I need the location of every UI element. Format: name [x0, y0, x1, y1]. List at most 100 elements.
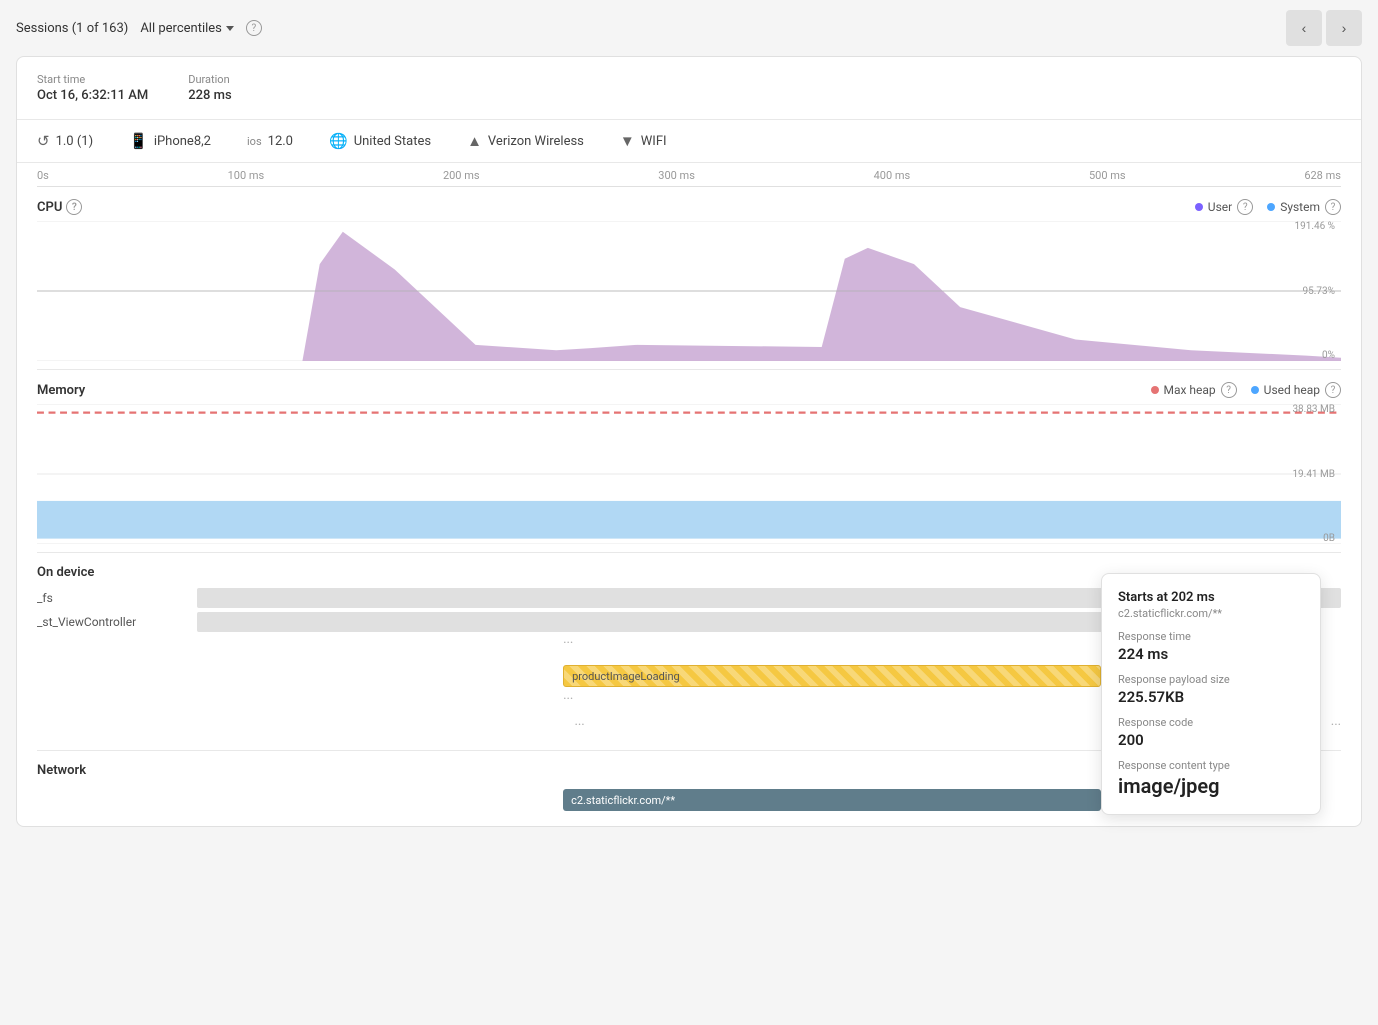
tooltip-response-code-value: 200	[1118, 731, 1304, 749]
dots-right[interactable]: ···	[1331, 718, 1341, 733]
max-heap-help-icon[interactable]: ?	[1221, 382, 1237, 398]
wifi-icon: ▼	[620, 132, 635, 150]
sessions-label: Sessions (1 of 163)	[16, 21, 128, 36]
tooltip-content-type-label: Response content type	[1118, 759, 1304, 772]
device-item-country: 🌐 United States	[329, 132, 431, 150]
tooltip-payload: Response payload size 225.57KB	[1118, 673, 1304, 706]
cpu-title: CPU ?	[37, 199, 82, 215]
start-time-group: Start time Oct 16, 6:32:11 AM	[37, 73, 148, 103]
cpu-y-top: 191.46 %	[1294, 221, 1335, 232]
cpu-help-icon[interactable]: ?	[66, 199, 82, 215]
device-info: ↺ 1.0 (1) 📱 iPhone8,2 ios 12.0 🌐 United …	[17, 120, 1361, 163]
device-carrier: Verizon Wireless	[488, 134, 584, 149]
cpu-legend: User ? System ?	[1195, 199, 1341, 215]
memory-legend: Max heap ? Used heap ?	[1151, 382, 1342, 398]
device-country: United States	[354, 134, 431, 149]
st-view-bar	[197, 612, 1169, 632]
start-time-value: Oct 16, 6:32:11 AM	[37, 88, 148, 103]
ruler-ticks: 0s 100 ms 200 ms 300 ms 400 ms 500 ms 62…	[37, 169, 1341, 186]
cpu-chart-container: 191.46 % 95.73% 0%	[37, 221, 1341, 361]
cpu-y-mid: 95.73%	[1294, 286, 1335, 297]
dots-3[interactable]: ···	[575, 718, 585, 733]
memory-section-header: Memory Max heap ? Used heap ?	[37, 382, 1341, 398]
globe-icon: 🌐	[329, 132, 348, 150]
memory-y-bot: 0B	[1292, 533, 1335, 544]
max-heap-dot	[1151, 386, 1159, 394]
device-item-os: ios 12.0	[247, 134, 293, 149]
tick-400: 400 ms	[874, 169, 911, 182]
tooltip-card: Starts at 202 ms c2.staticflickr.com/** …	[1101, 573, 1321, 815]
fs-label: _fs	[37, 591, 197, 605]
device-os: 12.0	[268, 134, 293, 149]
tooltip-content-type-value: image/jpeg	[1118, 774, 1304, 798]
tick-500: 500 ms	[1089, 169, 1126, 182]
tooltip-response-time-value: 224 ms	[1118, 645, 1304, 663]
tooltip-response-code: Response code 200	[1118, 716, 1304, 749]
main-card: Start time Oct 16, 6:32:11 AM Duration 2…	[16, 56, 1362, 827]
used-heap-label: Used heap	[1264, 383, 1320, 397]
help-icon[interactable]: ?	[246, 20, 262, 36]
next-button[interactable]: ›	[1326, 10, 1362, 46]
duration-value: 228 ms	[188, 88, 231, 103]
timeline-ruler: 0s 100 ms 200 ms 300 ms 400 ms 500 ms 62…	[17, 163, 1361, 187]
user-label: User	[1208, 200, 1232, 214]
tick-300: 300 ms	[658, 169, 695, 182]
percentile-dropdown[interactable]: All percentiles	[140, 21, 234, 36]
memory-title: Memory	[37, 383, 85, 398]
memory-chart-container: 38.83 MB 19.41 MB 0B	[37, 404, 1341, 544]
user-dot	[1195, 203, 1203, 211]
dots-2[interactable]: ···	[563, 692, 573, 707]
memory-chart-svg	[37, 404, 1341, 544]
device-item-network: ▼ WIFI	[620, 132, 667, 150]
tick-0: 0s	[37, 169, 49, 182]
device-version: 1.0 (1)	[56, 134, 94, 149]
st-view-label: _st_ViewController	[37, 615, 197, 629]
system-help-icon[interactable]: ?	[1325, 199, 1341, 215]
legend-user: User ?	[1195, 199, 1253, 215]
start-time-label: Start time	[37, 73, 148, 86]
ios-icon: ios	[247, 135, 262, 148]
device-model: iPhone8,2	[154, 134, 211, 149]
duration-group: Duration 228 ms	[188, 73, 231, 103]
device-item-carrier: ▲ Verizon Wireless	[467, 132, 584, 150]
cpu-user-path	[302, 232, 1341, 361]
memory-section: Memory Max heap ? Used heap ?	[17, 370, 1361, 553]
tooltip-response-time: Response time 224 ms	[1118, 630, 1304, 663]
tooltip-content-type: Response content type image/jpeg	[1118, 759, 1304, 798]
chevron-down-icon	[226, 26, 234, 31]
cpu-chart-svg	[37, 221, 1341, 361]
nav-buttons: ‹ ›	[1286, 10, 1362, 46]
tick-628: 628 ms	[1304, 169, 1341, 182]
used-heap-dot	[1251, 386, 1259, 394]
product-image-loading-label: productImageLoading	[572, 670, 680, 683]
phone-icon: 📱	[129, 132, 148, 150]
memory-y-top: 38.83 MB	[1292, 404, 1335, 415]
system-dot	[1267, 203, 1275, 211]
product-image-loading-bar[interactable]: productImageLoading	[563, 665, 1101, 687]
tooltip-payload-label: Response payload size	[1118, 673, 1304, 686]
tooltip-response-code-label: Response code	[1118, 716, 1304, 729]
user-help-icon[interactable]: ?	[1237, 199, 1253, 215]
session-info: Start time Oct 16, 6:32:11 AM Duration 2…	[17, 57, 1361, 120]
legend-system: System ?	[1267, 199, 1341, 215]
device-item-version: ↺ 1.0 (1)	[37, 132, 93, 150]
used-heap-bar	[37, 501, 1341, 539]
tick-100: 100 ms	[228, 169, 265, 182]
top-bar: Sessions (1 of 163) All percentiles ? ‹ …	[0, 0, 1378, 56]
legend-max-heap: Max heap ?	[1151, 382, 1237, 398]
prev-button[interactable]: ‹	[1286, 10, 1322, 46]
refresh-icon: ↺	[37, 132, 50, 150]
device-network: WIFI	[641, 134, 667, 149]
cpu-y-labels: 191.46 % 95.73% 0%	[1294, 221, 1337, 361]
network-bar[interactable]: c2.staticflickr.com/**	[563, 789, 1101, 811]
max-heap-label: Max heap	[1164, 383, 1216, 397]
duration-label: Duration	[188, 73, 231, 86]
cpu-y-bot: 0%	[1294, 350, 1335, 361]
cpu-section-header: CPU ? User ? System ?	[37, 199, 1341, 215]
dots-1[interactable]: ···	[563, 636, 573, 651]
cpu-section: CPU ? User ? System ?	[17, 187, 1361, 370]
network-bar-label: c2.staticflickr.com/**	[571, 794, 675, 807]
used-heap-help-icon[interactable]: ?	[1325, 382, 1341, 398]
device-item-model: 📱 iPhone8,2	[129, 132, 211, 150]
tick-200: 200 ms	[443, 169, 480, 182]
